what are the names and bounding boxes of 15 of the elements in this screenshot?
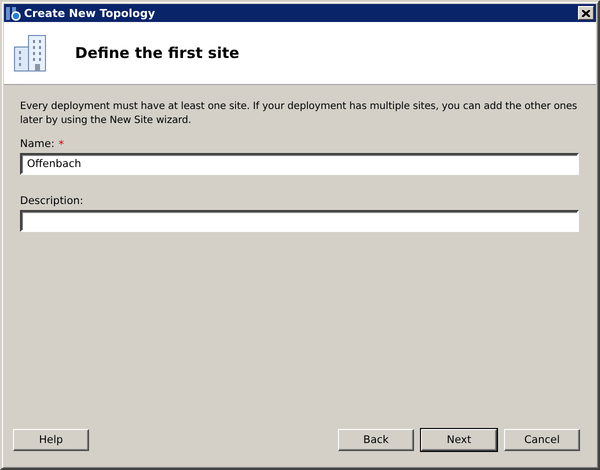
- field-label: Name:: [20, 138, 55, 150]
- dialog-button[interactable]: Cancel: [504, 429, 580, 451]
- page-heading: Define the first site: [75, 44, 240, 62]
- text-field[interactable]: Offenbach: [20, 153, 579, 175]
- text-field[interactable]: [20, 210, 579, 232]
- close-button[interactable]: [578, 6, 594, 20]
- field-label: Description:: [20, 195, 84, 207]
- dialog-button[interactable]: Help: [13, 429, 89, 451]
- window-title: Create New Topology: [24, 6, 156, 20]
- intro-text: Every deployment must have at least one site. If your deployment has multiple sites, you can add the other ones later by using the New Site wizard.: [20, 100, 578, 128]
- required-mark: *: [58, 138, 64, 153]
- dialog-button[interactable]: Back: [338, 429, 414, 451]
- building-icon: [14, 34, 47, 72]
- close-icon: [582, 10, 590, 16]
- dialog-button[interactable]: Next: [421, 429, 497, 451]
